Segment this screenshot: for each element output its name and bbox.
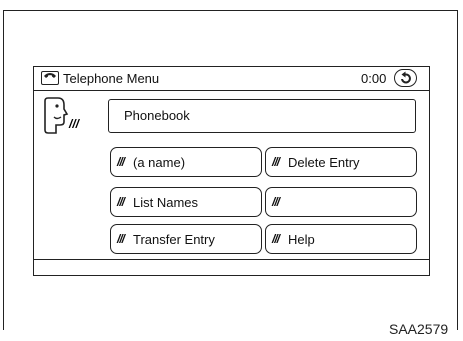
- back-icon[interactable]: [394, 69, 417, 87]
- voice-mark-icon: ///: [272, 155, 280, 169]
- list-names-button[interactable]: /// List Names: [110, 187, 262, 217]
- voice-mark-icon: ///: [272, 232, 280, 246]
- voice-mark-icon: ///: [117, 155, 125, 169]
- name-button[interactable]: /// (a name): [110, 147, 262, 177]
- transfer-entry-button[interactable]: /// Transfer Entry: [110, 224, 262, 254]
- phonebook-label: Phonebook: [124, 108, 190, 123]
- figure-code: SAA2579: [389, 321, 449, 337]
- voice-command-head-icon: ///: [42, 95, 86, 142]
- svg-text:///: ///: [68, 117, 81, 131]
- voice-mark-icon: ///: [117, 232, 125, 246]
- button-label: Help: [288, 232, 315, 247]
- title-bar: Telephone Menu 0:00: [34, 67, 429, 91]
- button-label: Transfer Entry: [133, 232, 215, 247]
- button-label: Delete Entry: [288, 155, 360, 170]
- button-label: (a name): [133, 155, 186, 170]
- help-button[interactable]: /// Help: [265, 224, 417, 254]
- phone-icon: [41, 71, 59, 85]
- screen-title: Telephone Menu: [63, 71, 160, 86]
- delete-entry-button[interactable]: /// Delete Entry: [265, 147, 417, 177]
- status-bar: [34, 259, 429, 275]
- empty-voice-button[interactable]: ///: [265, 187, 417, 217]
- call-timer: 0:00: [361, 71, 387, 86]
- voice-mark-icon: ///: [272, 195, 280, 209]
- phonebook-field[interactable]: Phonebook: [108, 99, 416, 133]
- telephone-menu-screen: Telephone Menu 0:00 /// Phonebook /// (a…: [33, 66, 430, 276]
- voice-mark-icon: ///: [117, 195, 125, 209]
- button-label: List Names: [133, 195, 199, 210]
